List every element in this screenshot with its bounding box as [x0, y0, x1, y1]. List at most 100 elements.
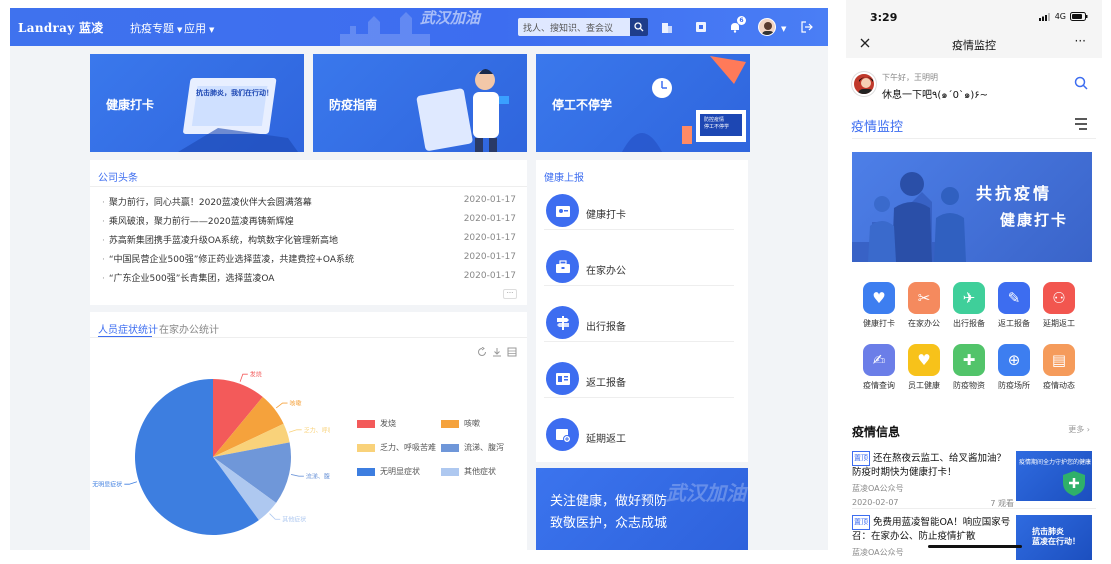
refresh-icon[interactable]	[477, 347, 487, 357]
report-item-delayed-return[interactable]: 延期返工	[544, 418, 734, 454]
search-input[interactable]: 找人、搜知识、查会议	[518, 18, 630, 36]
app-shortcut[interactable]: ♥ 健康打卡	[856, 282, 902, 329]
report-item-work-from-home[interactable]: 在家办公	[544, 250, 734, 286]
app-shortcut[interactable]: ✍ 疫情查询	[856, 344, 902, 391]
tab-symptom-stats[interactable]: 人员症状统计	[98, 321, 158, 336]
news-item[interactable]: · 聚力前行，同心共赢！2020蓝凌伙伴大会圆满落幕 2020-01-17	[102, 195, 516, 208]
health-report-panel: 健康上报 健康打卡 在家办公 出行报备 返工报备 延期返工	[536, 160, 748, 462]
app-shortcut[interactable]: ⊕ 防疫场所	[991, 344, 1037, 391]
app-label: 返工报备	[998, 319, 1030, 328]
download-icon[interactable]	[492, 347, 502, 357]
user-avatar[interactable]	[758, 18, 776, 36]
legend-label: 乏力、呼吸苦难	[380, 443, 436, 452]
chevron-down-icon: ▼	[209, 26, 215, 34]
legend-item[interactable]: 无明显症状	[357, 466, 420, 477]
legend-item[interactable]: 咳嗽	[441, 418, 480, 429]
search-button[interactable]	[630, 18, 648, 36]
study-illustration-icon	[622, 56, 746, 152]
report-item-label: 返工报备	[586, 378, 626, 389]
app-shortcut[interactable]: ▤ 疫情动态	[1036, 344, 1082, 391]
legend-item[interactable]: 乏力、呼吸苦难	[357, 442, 436, 453]
logout-icon[interactable]	[800, 20, 814, 34]
slice-label: 无明显症状	[92, 481, 122, 489]
slice-leader-line	[290, 474, 304, 477]
report-item-label: 在家办公	[586, 266, 626, 277]
app-shortcut[interactable]: ⚇ 延期返工	[1036, 282, 1082, 329]
legend-swatch	[357, 419, 375, 428]
news-item[interactable]: · “中国民营企业500强”修正药业选择蓝凌，共建费控+OA系统 2020-01-1…	[102, 252, 516, 265]
news-item[interactable]: · “广东企业500强”长青集团，选择蓝凌OA 2020-01-17	[102, 271, 516, 284]
legend-swatch	[441, 443, 459, 452]
search-icon[interactable]	[1074, 76, 1088, 90]
nav-item-epidemic[interactable]: 抗疫专题 ▼	[130, 20, 182, 36]
wuhan-skyline-art: 武汉加油	[340, 8, 520, 46]
more-button[interactable]: ···	[503, 289, 517, 299]
more-options-icon[interactable]: ···	[1075, 34, 1086, 48]
more-link[interactable]: 更多 ›	[1068, 424, 1090, 435]
slice-label: 发烧	[250, 371, 262, 379]
thumbnail-caption: 抗击肺炎 蓝凌在行动！	[1032, 527, 1080, 546]
legend-swatch	[441, 467, 459, 476]
legend-label: 发烧	[380, 419, 396, 428]
slogan-watermark: 武汉加油	[666, 481, 746, 505]
slice-leader-line	[239, 373, 248, 382]
pinned-tag: 置顶	[852, 515, 870, 530]
legend-swatch	[441, 419, 459, 428]
app-shortcut[interactable]: ♥ 员工健康	[901, 344, 947, 391]
report-item-health-checkin[interactable]: 健康打卡	[544, 194, 734, 230]
slogan-banner[interactable]: 武汉加油 关注健康，做好预防 致敬医护，众志成城	[536, 468, 748, 550]
report-item-return-report[interactable]: 返工报备	[544, 362, 734, 398]
hero-line-1: 共抗疫情	[976, 184, 1053, 203]
desktop-portal: Landray 蓝凌 抗疫专题 ▼ 应用 ▼ 武汉加油 找人、搜知识、查会议 6 ▼	[10, 8, 828, 550]
hero-banner[interactable]: 共抗疫情 健康打卡	[852, 152, 1092, 262]
news-item[interactable]: · 乘风破浪，聚力前行——2020蓝凌再铸新辉煌 2020-01-17	[102, 214, 516, 227]
nav-item-apps[interactable]: 应用 ▼	[184, 20, 214, 36]
app-shortcut[interactable]: ✎ 返工报备	[991, 282, 1037, 329]
briefcase-icon	[546, 250, 579, 283]
company-headlines-panel: 公司头条 · 聚力前行，同心共赢！2020蓝凌伙伴大会圆满落幕 2020-01-17…	[90, 160, 527, 305]
article-item[interactable]: 置顶 免费用蓝凌智能OA！响应国家号召：在家办公、防止疫情扩散 蓝凌OA公众号	[852, 515, 1014, 558]
news-item[interactable]: · 苏高新集团携手蓝凌升级OA系统，构筑数字化管理新高地 2020-01-17	[102, 233, 516, 246]
report-item-label: 延期返工	[586, 434, 626, 445]
banner-health-checkin[interactable]: 抗击肺炎，我们在行动！ 健康打卡	[90, 54, 304, 152]
panel-title: 健康上报	[544, 173, 584, 184]
article-thumbnail[interactable]: 疫情期间全力守护您的健康	[1016, 451, 1092, 501]
article-thumbnail[interactable]: 抗击肺炎 蓝凌在行动！	[1016, 515, 1092, 560]
report-item-travel-report[interactable]: 出行报备	[544, 306, 734, 342]
slice-label: 咳嗽	[290, 400, 302, 408]
app-shortcut[interactable]: ✂ 在家办公	[901, 282, 947, 329]
article-item[interactable]: 置顶 还在熬夜云监工、给叉酱加油？防疫时期快为健康打卡！ 蓝凌OA公众号 2020…	[852, 451, 1014, 509]
org-building-icon[interactable]	[660, 20, 674, 34]
avatar-dropdown[interactable]: ▼	[778, 21, 786, 34]
legend-item[interactable]: 其他症状	[441, 466, 496, 477]
status-bar: 3:29 4G	[846, 0, 1102, 28]
menu-icon[interactable]	[1074, 118, 1088, 130]
legend-item[interactable]: 发烧	[357, 418, 396, 429]
app-label: 疫情查询	[863, 381, 895, 390]
banner-prevention-guide[interactable]: 防疫指南	[313, 54, 527, 152]
legend-item[interactable]: 流涕、腹泻	[441, 442, 504, 453]
home-indicator[interactable]	[928, 545, 1022, 548]
app-label: 健康打卡	[863, 319, 895, 328]
clipboard-icon	[546, 362, 579, 395]
search-icon	[634, 22, 644, 32]
article-source: 蓝凌OA公众号	[852, 548, 904, 557]
legend-label: 其他症状	[464, 467, 496, 476]
logo[interactable]: Landray 蓝凌	[18, 19, 104, 36]
app-label: 员工健康	[908, 381, 940, 390]
notification-badge: 6	[737, 16, 746, 25]
article-title: 还在熬夜云监工、给叉酱加油？防疫时期快为健康打卡！	[852, 453, 1007, 478]
app-label: 延期返工	[1043, 319, 1075, 328]
avatar[interactable]	[852, 72, 876, 96]
banner-study-at-home[interactable]: 防控疫情 停工不停学 停工不停学	[536, 54, 750, 152]
app-icon: ✍	[863, 344, 895, 376]
app-icon: ⊕	[998, 344, 1030, 376]
apps-box-icon[interactable]	[694, 20, 708, 34]
app-shortcut[interactable]: ✚ 防疫物资	[946, 344, 992, 391]
app-icon: ✎	[998, 282, 1030, 314]
app-shortcut[interactable]: ✈ 出行报备	[946, 282, 992, 329]
table-view-icon[interactable]	[507, 347, 517, 357]
tab-wfh-stats[interactable]: 在家办公统计	[159, 321, 219, 336]
slice-label: 其他症状	[282, 516, 306, 524]
banner-title: 防疫指南	[329, 98, 378, 112]
